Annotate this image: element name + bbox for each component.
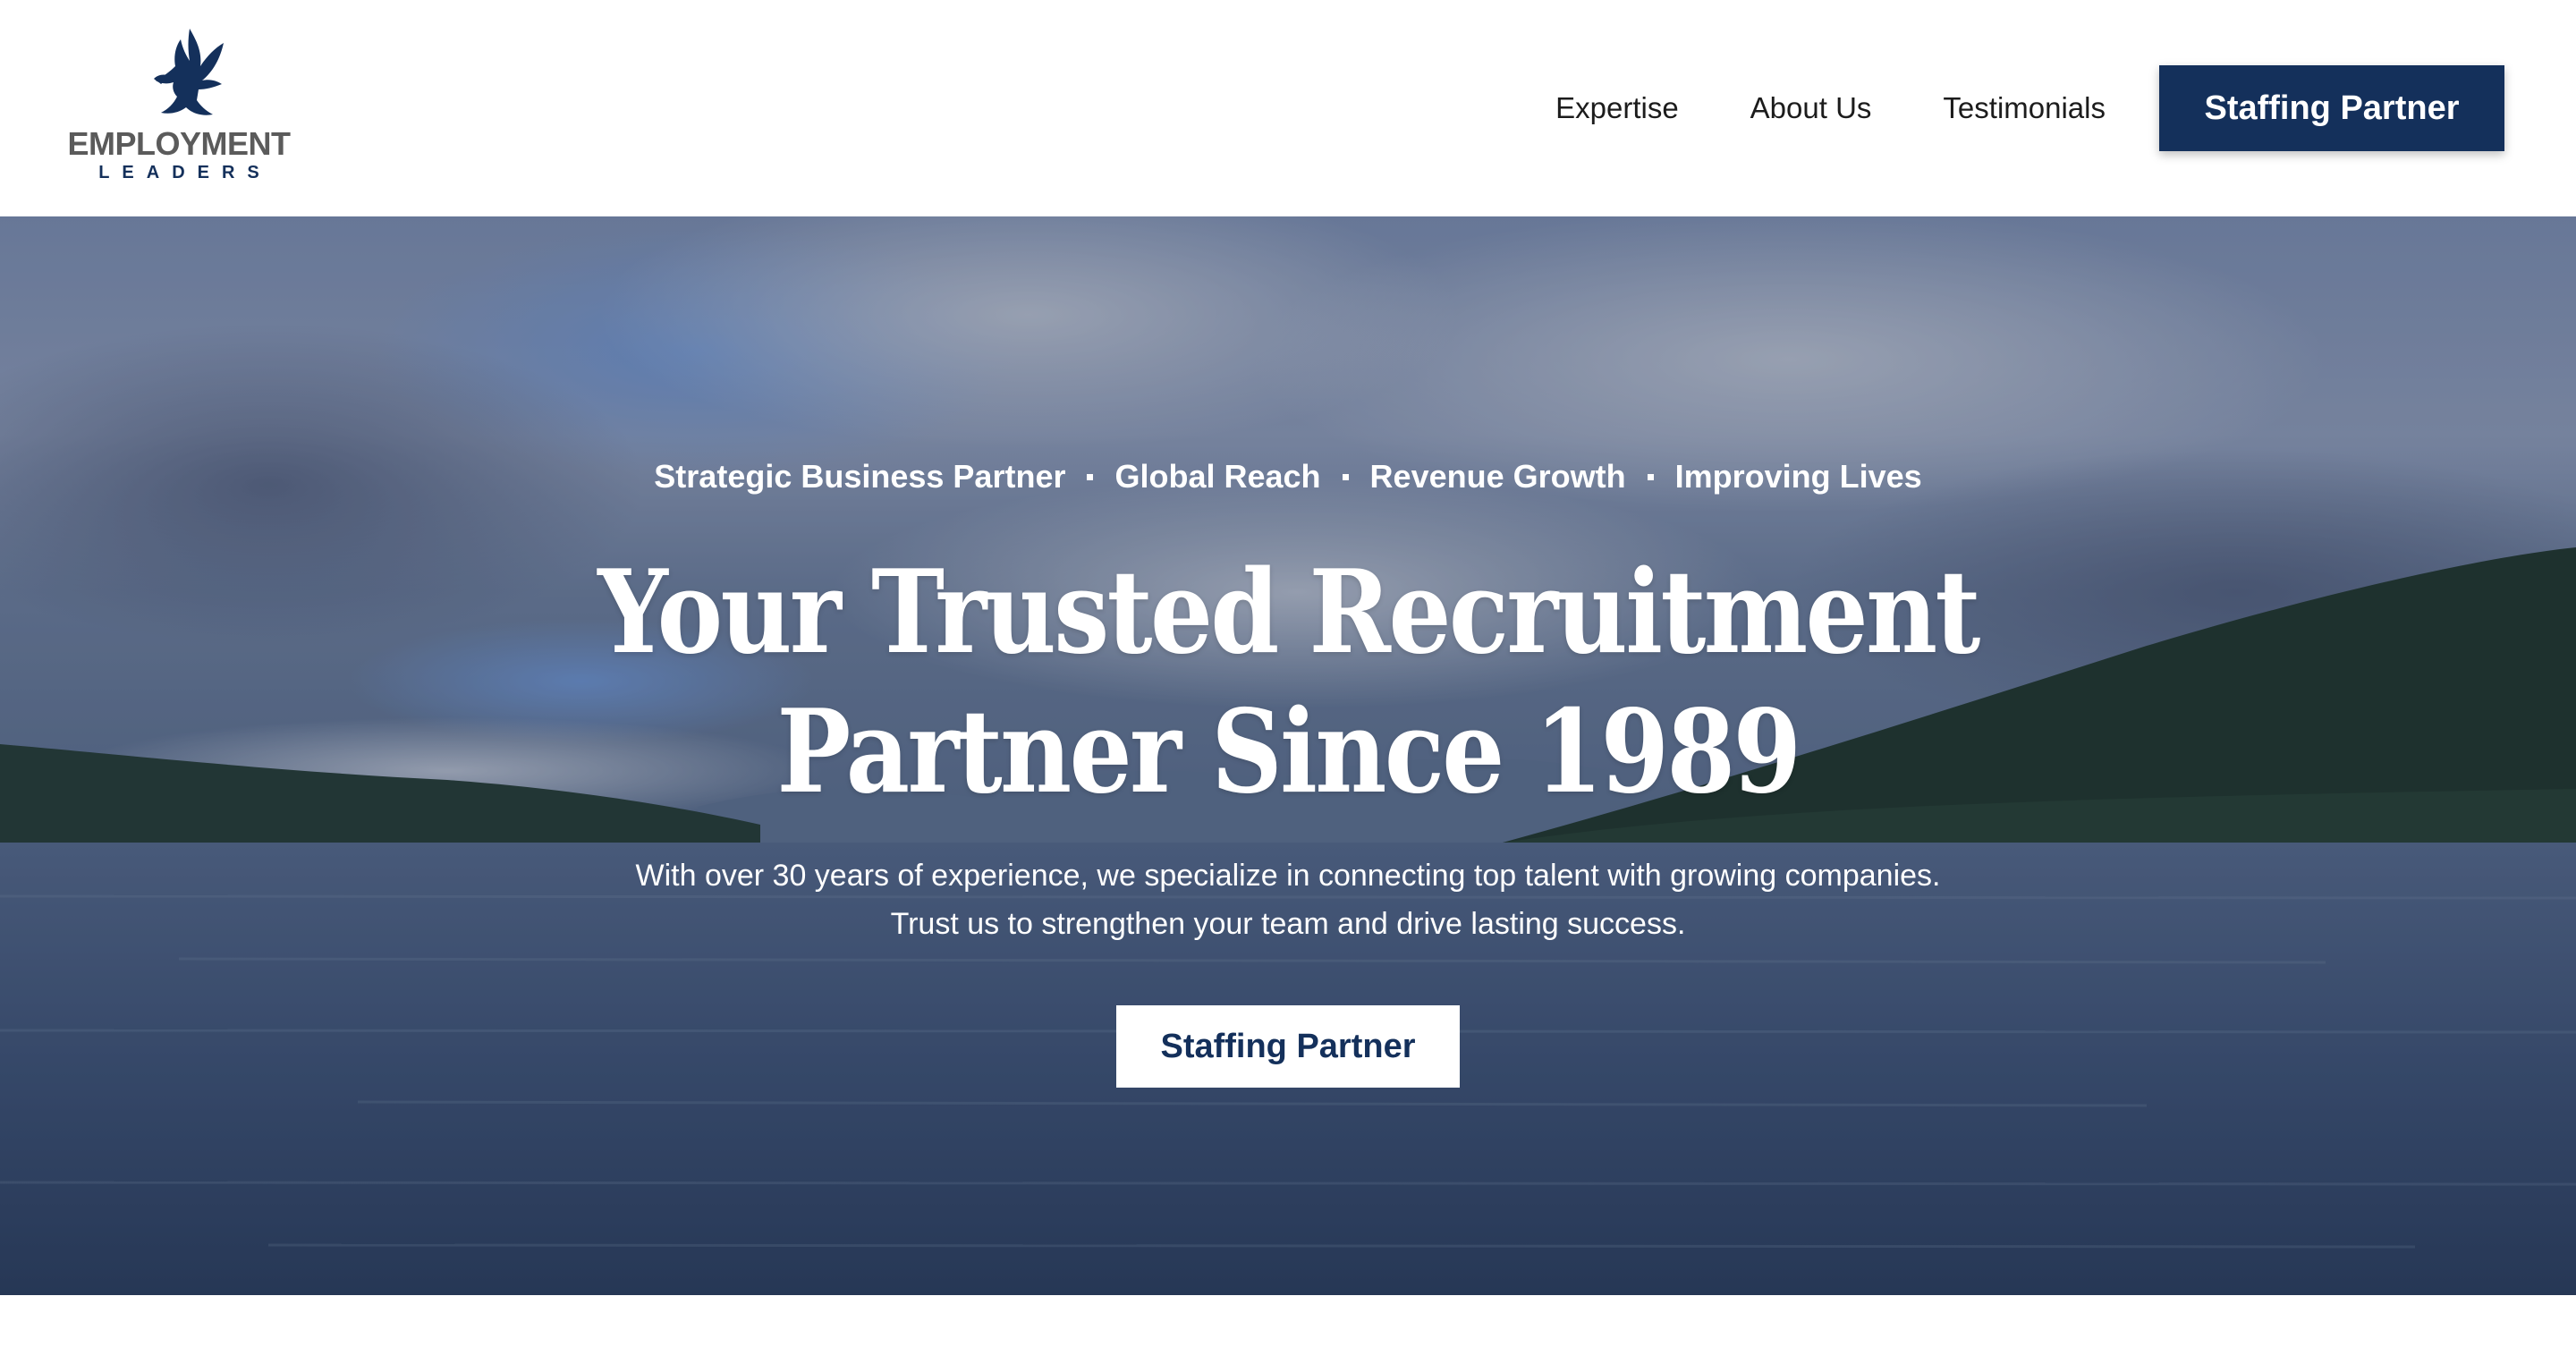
- separator-dot-icon: [1647, 473, 1654, 480]
- eagle-icon: [154, 29, 224, 115]
- next-section: [0, 1295, 2576, 1347]
- separator-dot-icon: [1087, 473, 1094, 480]
- tagline-item: Global Reach: [1114, 458, 1321, 495]
- hero-tagline: Strategic Business Partner Global Reach …: [0, 458, 2576, 496]
- site-header: EMPLOYMENT LEADERS Expertise About Us Te…: [0, 0, 2576, 216]
- hero-description-line2: Trust us to strengthen your team and dri…: [890, 907, 1686, 941]
- staffing-partner-button[interactable]: Staffing Partner: [2159, 65, 2504, 151]
- tagline-item: Revenue Growth: [1369, 458, 1626, 495]
- nav-link-about-us[interactable]: About Us: [1750, 91, 1872, 125]
- nav-link-expertise[interactable]: Expertise: [1555, 91, 1679, 125]
- tagline-item: Strategic Business Partner: [654, 458, 1066, 495]
- main-nav: Expertise About Us Testimonials Staffing…: [1555, 65, 2504, 151]
- brand-name-primary: EMPLOYMENT: [67, 125, 291, 162]
- nav-link-testimonials[interactable]: Testimonials: [1943, 91, 2106, 125]
- brand-logo[interactable]: EMPLOYMENT LEADERS: [63, 25, 295, 186]
- hero-headline-line1: Your Trusted Recruitment: [597, 546, 1980, 680]
- separator-dot-icon: [1342, 473, 1349, 480]
- hero-headline: Your Trusted Recruitment Partner Since 1…: [181, 543, 2396, 822]
- brand-name-secondary: LEADERS: [98, 163, 272, 182]
- hero-staffing-partner-button[interactable]: Staffing Partner: [1116, 1005, 1460, 1088]
- hero-description-line1: With over 30 years of experience, we spe…: [635, 859, 1941, 893]
- hero-content: Strategic Business Partner Global Reach …: [0, 216, 2576, 1295]
- hero-headline-line2: Partner Since 1989: [776, 685, 1801, 819]
- hero-description: With over 30 years of experience, we spe…: [0, 851, 2576, 948]
- tagline-item: Improving Lives: [1674, 458, 1922, 495]
- hero-section: Strategic Business Partner Global Reach …: [0, 216, 2576, 1295]
